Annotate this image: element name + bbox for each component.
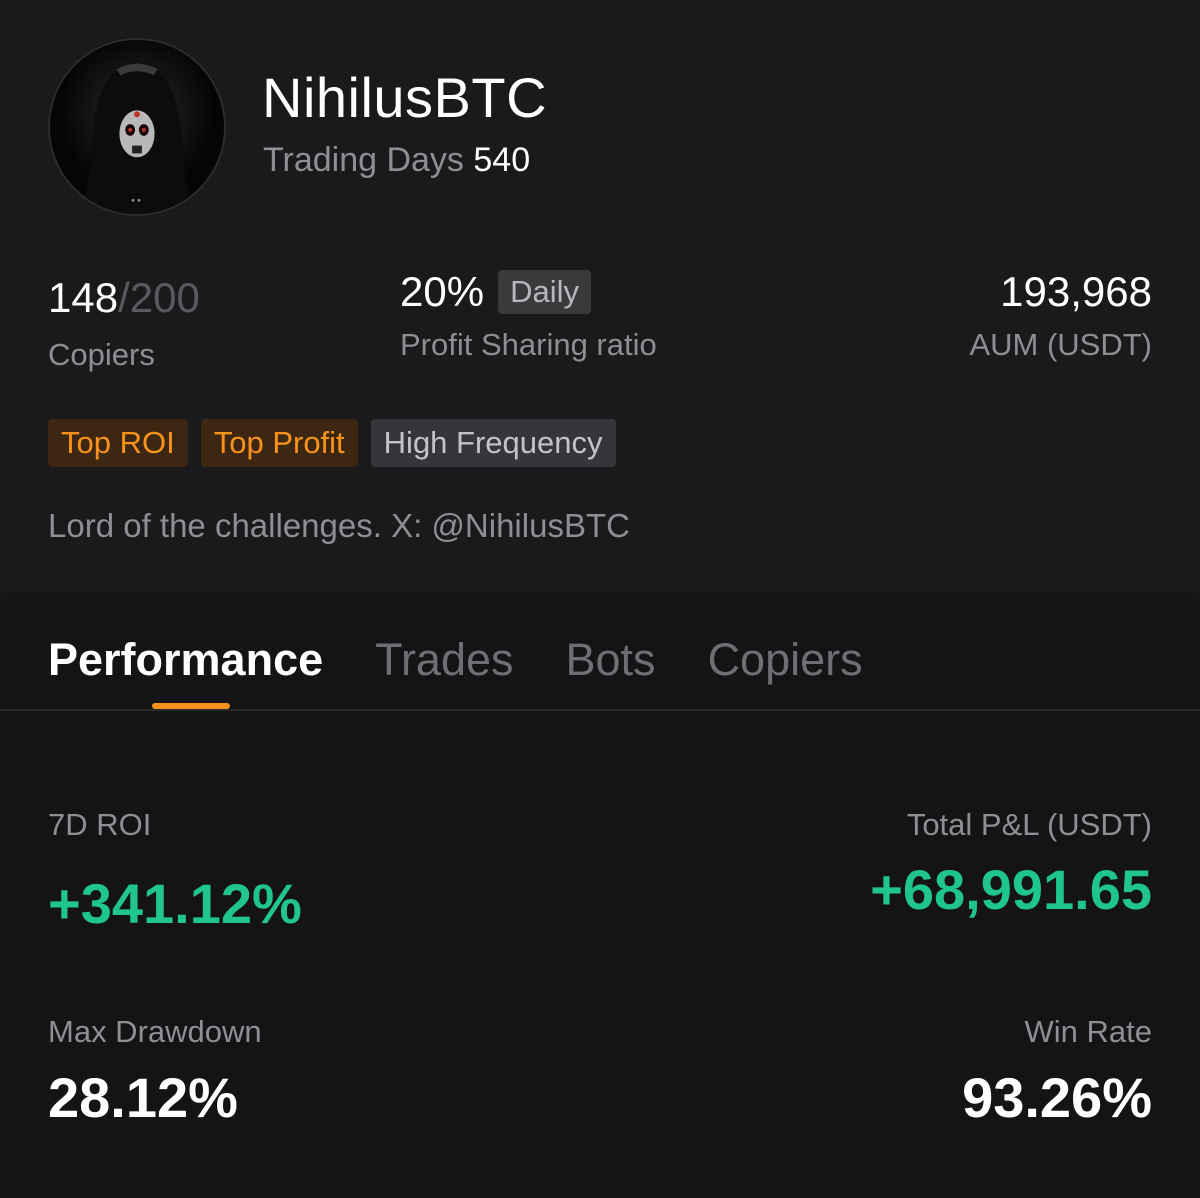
win-rate-label: Win Rate bbox=[1024, 1014, 1152, 1049]
badge-top-profit: Top Profit bbox=[200, 419, 358, 467]
trading-days: Trading Days 540 bbox=[263, 140, 530, 180]
badge-top-roi: Top ROI bbox=[48, 419, 188, 467]
aum-value: 193,968 bbox=[1000, 268, 1152, 315]
max-drawdown-label: Max Drawdown bbox=[48, 1014, 262, 1049]
trading-days-value: 540 bbox=[473, 141, 531, 179]
tabs-divider bbox=[0, 709, 1200, 711]
badge-list: Top ROI Top Profit High Frequency bbox=[48, 419, 616, 467]
copiers-count: 148/200 bbox=[48, 274, 200, 322]
tab-performance[interactable]: Performance bbox=[48, 632, 323, 688]
trader-bio: Lord of the challenges. X: @NihilusBTC bbox=[48, 507, 630, 544]
tab-bar: Performance Trades Bots Copiers bbox=[48, 632, 863, 688]
profit-sharing-value: 20% bbox=[400, 268, 485, 315]
roi-label: 7D ROI bbox=[48, 807, 152, 842]
hooded-skull-icon bbox=[50, 40, 224, 214]
trader-profile-page: NihilusBTC Trading Days 540 148/200 Copi… bbox=[0, 0, 1200, 1198]
trader-name: NihilusBTC bbox=[262, 66, 548, 129]
profit-sharing-stat: 20% Daily Profit Sharing ratio bbox=[400, 268, 657, 364]
tab-trades[interactable]: Trades bbox=[375, 632, 513, 688]
pnl-label: Total P&L (USDT) bbox=[906, 807, 1152, 842]
badge-high-frequency: High Frequency bbox=[370, 419, 616, 467]
aum-stat: 193,968 AUM (USDT) bbox=[969, 268, 1152, 364]
copiers-max: /200 bbox=[118, 274, 200, 321]
tab-bots[interactable]: Bots bbox=[566, 632, 656, 688]
avatar[interactable] bbox=[48, 38, 226, 216]
copiers-stat: 148/200 Copiers bbox=[48, 274, 200, 374]
win-rate-value: 93.26% bbox=[962, 1066, 1152, 1129]
tab-copiers[interactable]: Copiers bbox=[708, 632, 863, 688]
pnl-value: +68,991.65 bbox=[870, 858, 1152, 921]
trading-days-label: Trading Days bbox=[263, 141, 464, 179]
copiers-label: Copiers bbox=[48, 337, 155, 372]
copiers-current: 148 bbox=[48, 274, 119, 321]
profit-sharing-label: Profit Sharing ratio bbox=[400, 327, 657, 362]
roi-value: +341.12% bbox=[48, 872, 302, 935]
profit-sharing-period-tag: Daily bbox=[498, 270, 591, 314]
aum-label: AUM (USDT) bbox=[969, 327, 1152, 362]
max-drawdown-value: 28.12% bbox=[48, 1066, 238, 1129]
